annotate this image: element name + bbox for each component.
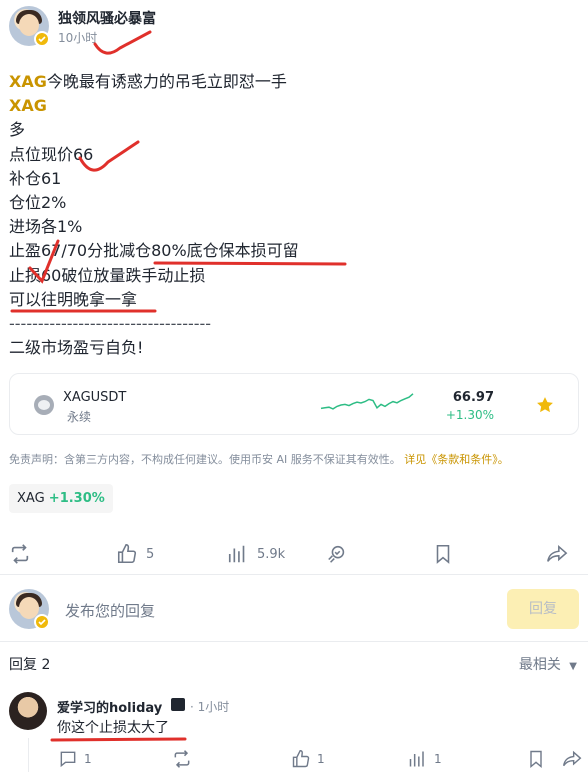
- reply-button[interactable]: 回复: [507, 589, 579, 629]
- thumbs-up-icon: [292, 749, 310, 768]
- comment-time: · 1小时: [190, 700, 230, 714]
- verified-badge-icon: [34, 614, 50, 630]
- comment-share-button[interactable]: [562, 749, 582, 769]
- post-line-text: 二级市场盈亏自负!: [9, 338, 144, 358]
- reply-count: 1: [84, 752, 92, 766]
- commenter-name[interactable]: 爱学习的holiday: [57, 697, 162, 716]
- comment-actions: 1 1 1: [0, 747, 588, 773]
- comment-bookmark-button[interactable]: [526, 749, 546, 769]
- views-button[interactable]: 5.9k: [227, 542, 285, 566]
- terms-link[interactable]: 详见《条款和条件》。: [404, 453, 509, 466]
- post-line-text: 止盈67/70分批减仓80%底仓保本损可留: [9, 241, 299, 261]
- post-line: XAG: [9, 94, 579, 118]
- post-line: -----------------------------------: [9, 312, 579, 336]
- ticker-tag[interactable]: XAG +1.30%: [9, 484, 113, 513]
- price-sparkline: [320, 393, 414, 410]
- star-icon[interactable]: [535, 395, 555, 415]
- repost-icon: [11, 544, 29, 564]
- reply-bar: 发布您的回复 回复: [9, 589, 579, 630]
- post-line-text: 多: [9, 120, 26, 140]
- author-avatar[interactable]: [9, 6, 50, 47]
- repost-button[interactable]: [9, 542, 31, 566]
- post-line-text: 仓位2%: [9, 193, 67, 213]
- tip-icon: [328, 545, 345, 563]
- bookmark-icon: [436, 544, 450, 564]
- ticker-subtitle: 永续: [67, 410, 92, 424]
- comment-icon: [60, 751, 76, 768]
- coin-icon: [34, 395, 54, 415]
- post-line-text: 点位现价66: [9, 144, 94, 164]
- reply-input[interactable]: 发布您的回复: [65, 600, 155, 621]
- commenter-avatar[interactable]: [9, 692, 47, 730]
- post-line-text: 补仓61: [9, 168, 62, 188]
- comment-view-count: 1: [434, 752, 442, 766]
- my-avatar: [9, 589, 50, 630]
- divider: [0, 641, 588, 642]
- comment-like-button[interactable]: 1: [291, 749, 325, 769]
- repost-icon: [174, 750, 190, 768]
- ticker-card[interactable]: XAGUSDT 永续 66.97 +1.30%: [9, 373, 579, 435]
- post-line-text: 今晚最有诱惑力的吊毛立即怼一手: [46, 72, 287, 91]
- post-line: 仓位2%: [9, 191, 579, 215]
- post-line: 二级市场盈亏自负!: [9, 336, 579, 360]
- like-button[interactable]: 5: [116, 542, 154, 566]
- share-icon: [562, 750, 582, 767]
- post-header: 独领风骚必暴富 10小时: [9, 6, 579, 50]
- thumbs-up-icon: [117, 544, 137, 564]
- post-line: 进场各1%: [9, 215, 579, 239]
- comment-like-count: 1: [317, 752, 325, 766]
- ticker-mention[interactable]: XAG: [9, 96, 47, 115]
- share-button[interactable]: [546, 542, 568, 566]
- post-body: XAG今晚最有诱惑力的吊毛立即怼一手 XAG 多点位现价66 补仓61 仓位2% 进场各1…: [9, 70, 579, 360]
- post-line: 多: [9, 118, 579, 142]
- disclaimer: 免责声明：含第三方内容，不构成任何建议。使用币安 AI 服务不保证其有效性。 详…: [9, 451, 579, 467]
- author-name[interactable]: 独领风骚必暴富: [58, 8, 156, 28]
- disclaimer-text: 免责声明：含第三方内容，不构成任何建议。使用币安 AI 服务不保证其有效性。: [9, 453, 401, 466]
- bar-chart-icon: [409, 751, 424, 767]
- ticker-price: 66.97: [452, 390, 494, 405]
- post-line-text: 可以往明晚拿一拿: [9, 289, 138, 309]
- post-line-text: 止损60破位放量跌手动止损: [9, 265, 206, 285]
- ticker-change: +1.30%: [445, 408, 494, 422]
- sort-label: 最相关: [518, 657, 561, 673]
- like-count: 5: [146, 546, 155, 562]
- divider: [0, 574, 588, 575]
- tip-button[interactable]: [326, 542, 348, 566]
- comment-reply-button[interactable]: 1: [58, 749, 92, 769]
- ticker-mention[interactable]: XAG: [9, 72, 47, 91]
- bookmark-icon: [530, 750, 542, 769]
- verified-badge-icon: [34, 31, 50, 47]
- post-line-text: 进场各1%: [9, 217, 83, 237]
- sparkline-path: [320, 393, 414, 410]
- sort-dropdown[interactable]: 最相关 ▼: [519, 654, 577, 674]
- comments-header: 回复 2 最相关 ▼: [9, 654, 579, 674]
- post-line-text: -----------------------------------: [9, 314, 212, 334]
- caret-down-icon: ▼: [569, 661, 577, 672]
- share-icon: [547, 544, 568, 562]
- bookmark-button[interactable]: [432, 542, 454, 566]
- comments-count: 回复 2: [9, 657, 51, 673]
- bar-chart-icon: [228, 545, 245, 563]
- comment-views[interactable]: 1: [408, 749, 442, 769]
- post-line: 止损60破位放量跌手动止损: [9, 264, 579, 288]
- post-line: 可以往明晚拿一拿: [9, 288, 579, 312]
- badge-icon: [171, 698, 185, 711]
- views-count: 5.9k: [257, 546, 286, 562]
- ticker-symbol: XAGUSDT: [63, 390, 127, 405]
- post-line: XAG今晚最有诱惑力的吊毛立即怼一手: [9, 70, 579, 94]
- tag-change: +1.30%: [48, 491, 105, 506]
- post-actions: 5 5.9k: [0, 538, 588, 570]
- comment-text: 你这个止损太大了: [57, 720, 169, 736]
- post-time: 10小时: [58, 31, 98, 45]
- post-line: 点位现价66: [9, 143, 579, 167]
- post-line: 止盈67/70分批减仓80%底仓保本损可留: [9, 239, 579, 263]
- comment-repost-button[interactable]: [172, 749, 192, 769]
- post-line: 补仓61: [9, 167, 579, 191]
- tag-symbol: XAG: [17, 491, 45, 506]
